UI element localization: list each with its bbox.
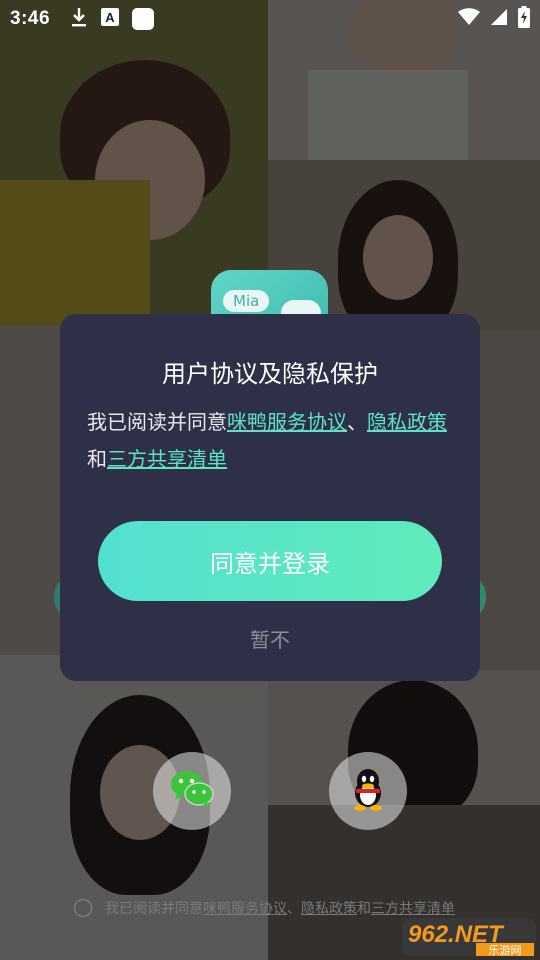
third-party-list-link[interactable]: 三方共享清单 (107, 447, 227, 471)
svg-text:A: A (105, 10, 115, 25)
wechat-login-button[interactable] (153, 752, 231, 830)
not-now-button[interactable]: 暂不 (60, 624, 480, 653)
dialog-and: 和 (87, 447, 107, 471)
status-time: 3:46 (10, 8, 51, 29)
service-agreement-link[interactable]: 咪鸭服务协议 (227, 410, 347, 434)
bottom-separator: 、 (287, 901, 301, 917)
wechat-icon (169, 769, 215, 813)
bottom-service-link[interactable]: 咪鸭服务协议 (203, 898, 287, 918)
status-bar: 3:46 A (0, 0, 540, 38)
watermark-sub: 乐游网 (489, 944, 522, 957)
bottom-agreement: 我已阅读并同意 咪鸭服务协议、隐私政策和三方共享清单 (74, 898, 455, 918)
agree-and-login-button[interactable]: 同意并登录 (98, 521, 442, 601)
app-square-icon (132, 8, 155, 30)
battery-icon (518, 6, 530, 32)
agree-radio[interactable] (74, 899, 92, 917)
watermark-logo: 962.NET 乐游网 (400, 912, 538, 958)
dialog-body: 我已阅读并同意咪鸭服务协议、隐私政策和三方共享清单 (87, 404, 459, 478)
privacy-policy-link[interactable]: 隐私政策 (367, 410, 447, 434)
bottom-and: 和 (357, 901, 371, 917)
wifi-icon (458, 8, 480, 30)
dialog-body-prefix: 我已阅读并同意 (87, 410, 227, 434)
bottom-privacy-link[interactable]: 隐私政策 (301, 898, 357, 918)
dialog-separator: 、 (347, 410, 367, 434)
privacy-dialog: 用户协议及隐私保护 我已阅读并同意咪鸭服务协议、隐私政策和三方共享清单 同意并登… (60, 314, 480, 681)
app-logo-text: Mia (223, 290, 270, 312)
qq-login-button[interactable] (329, 752, 407, 830)
signal-icon (490, 8, 508, 30)
text-a-icon: A (100, 7, 120, 31)
dialog-title: 用户协议及隐私保护 (162, 360, 378, 388)
download-icon (70, 6, 88, 32)
bottom-agree-prefix: 我已阅读并同意 (105, 901, 203, 917)
qq-icon (349, 767, 387, 815)
